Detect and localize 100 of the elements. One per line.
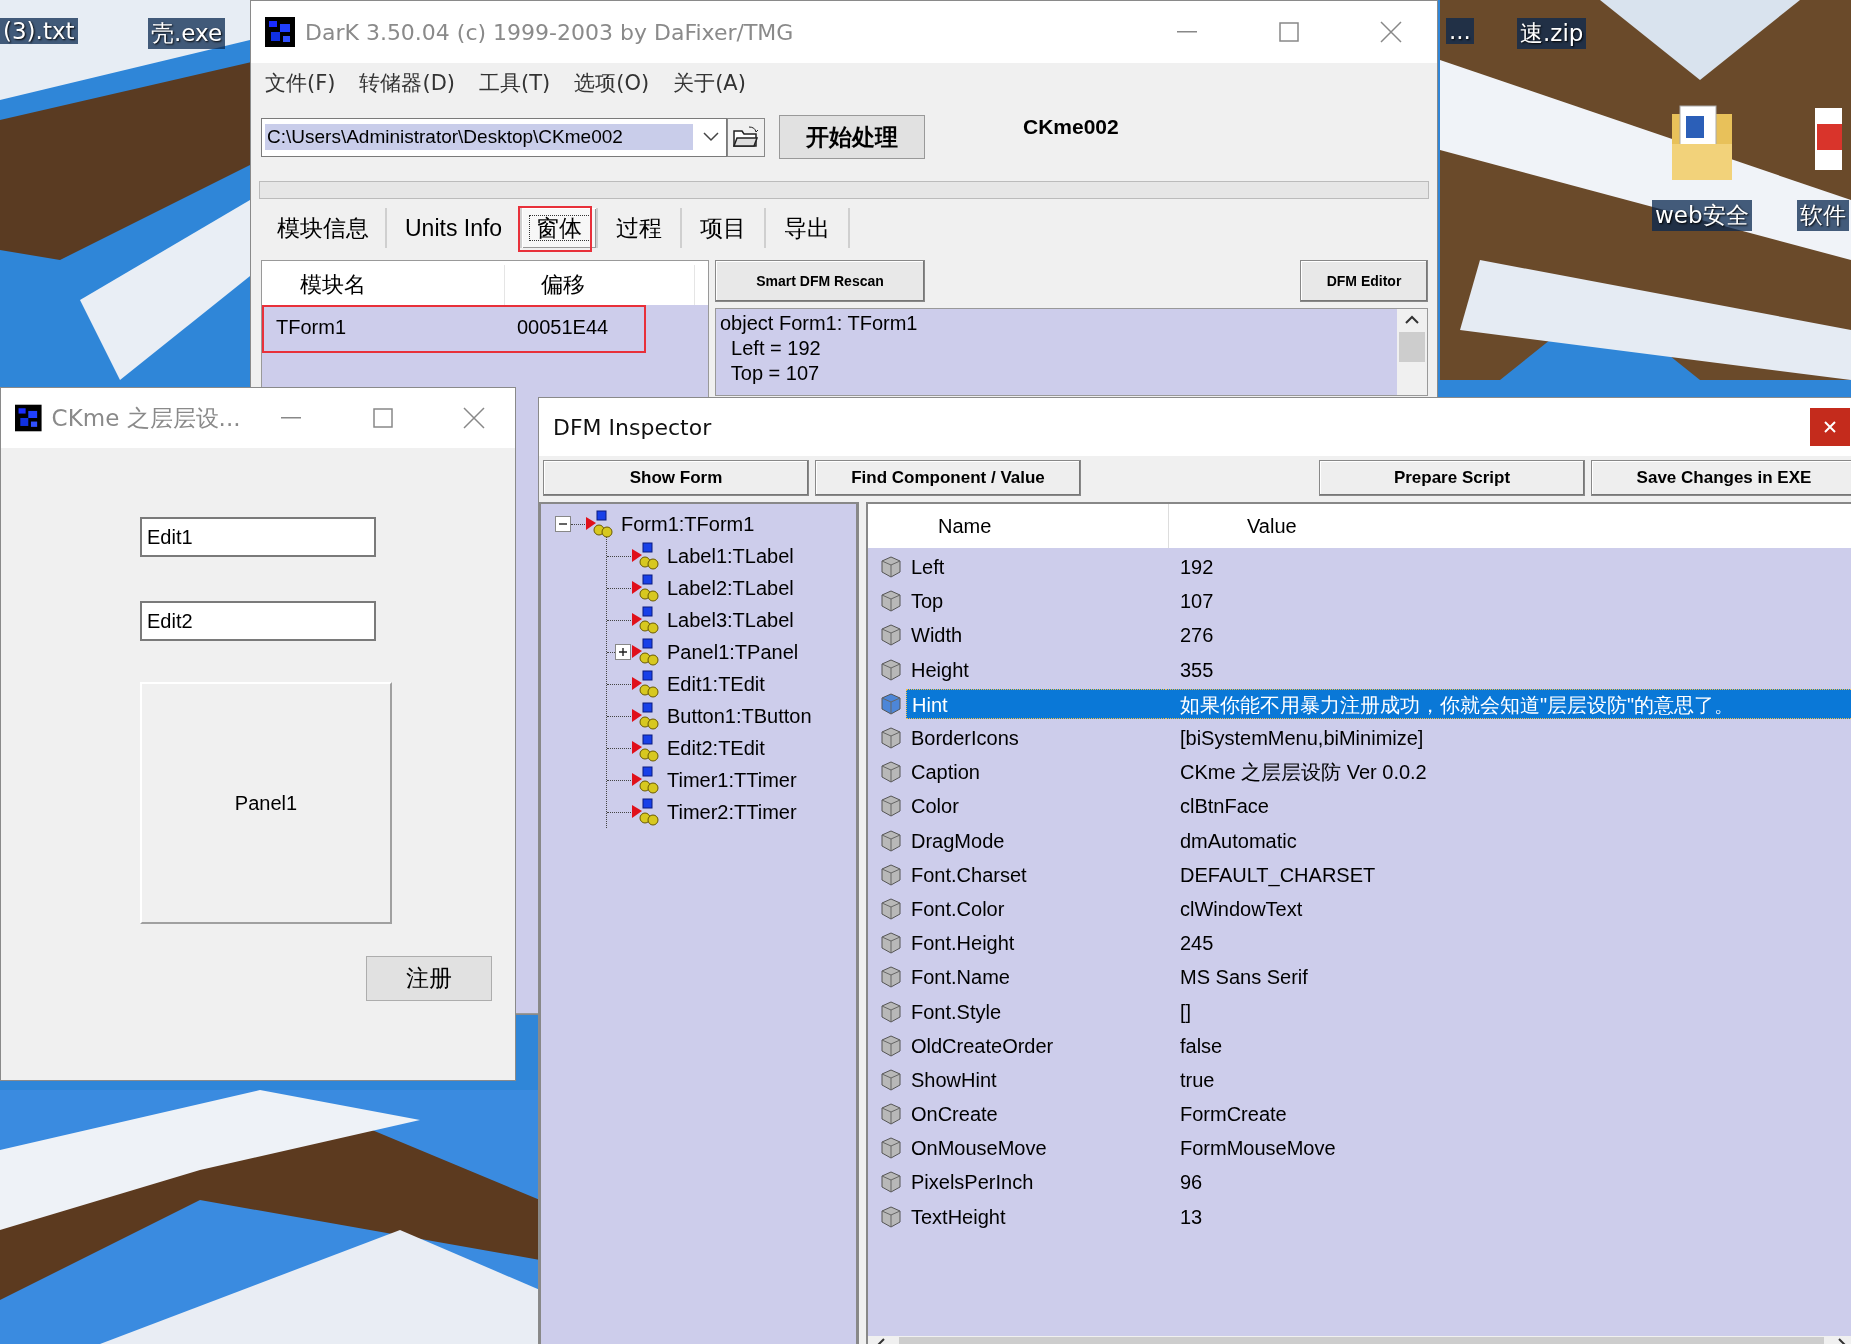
tree-item[interactable]: Label1:TLabel: [667, 544, 794, 568]
start-button[interactable]: 开始处理: [779, 115, 925, 159]
tree-item[interactable]: Button1:TButton: [667, 704, 812, 728]
property-value[interactable]: CKme 之层层设防 Ver 0.0.2: [1166, 757, 1851, 788]
property-name[interactable]: TextHeight: [906, 1201, 1166, 1232]
code-line: Left = 192: [730, 336, 822, 361]
expand-toggle[interactable]: [615, 644, 631, 660]
property-value[interactable]: FormMouseMove: [1166, 1133, 1851, 1164]
path-combo[interactable]: C:\Users\Administrator\Desktop\CKme002: [261, 117, 727, 157]
property-value[interactable]: true: [1166, 1064, 1851, 1095]
edit-field[interactable]: Edit1: [140, 517, 376, 557]
property-value[interactable]: 如果你能不用暴力注册成功，你就会知道"层层设防"的意思了。: [1166, 688, 1851, 719]
toolbar-button[interactable]: Show Form: [543, 460, 809, 496]
property-name[interactable]: OnMouseMove: [906, 1133, 1166, 1164]
tree-item[interactable]: Edit2:TEdit: [667, 736, 765, 760]
property-value[interactable]: dmAutomatic: [1166, 825, 1851, 856]
close-icon: [1380, 21, 1402, 43]
property-value[interactable]: false: [1166, 1030, 1851, 1061]
component-icon: [631, 702, 659, 730]
property-name[interactable]: Height: [906, 654, 1166, 685]
property-name[interactable]: Hint: [906, 688, 1166, 719]
property-name[interactable]: DragMode: [906, 825, 1166, 856]
tree-item[interactable]: Label3:TLabel: [667, 608, 794, 632]
table-cell-text: TForm1: [275, 315, 347, 339]
property-value[interactable]: 96: [1166, 1167, 1851, 1198]
property-value[interactable]: []: [1166, 996, 1851, 1027]
property-name[interactable]: Width: [906, 620, 1166, 651]
property-name[interactable]: Color: [906, 791, 1166, 822]
property-name[interactable]: ShowHint: [906, 1064, 1166, 1095]
property-name[interactable]: OldCreateOrder: [906, 1030, 1166, 1061]
property-icon: [880, 658, 902, 681]
menu-item[interactable]: 转储器(D): [359, 69, 456, 97]
property-value[interactable]: DEFAULT_CHARSET: [1166, 859, 1851, 890]
window-title: DFM Inspector: [553, 414, 713, 440]
rescan-button[interactable]: Smart DFM Rescan: [715, 260, 925, 302]
tree-item[interactable]: Label2:TLabel: [667, 576, 794, 600]
tree-item[interactable]: Form1:TForm1: [621, 512, 755, 536]
column-header[interactable]: Name: [868, 504, 1169, 548]
property-name[interactable]: Top: [906, 586, 1166, 617]
tab[interactable]: 模块信息: [261, 208, 387, 248]
tab[interactable]: 过程: [598, 208, 683, 248]
tree-item[interactable]: Panel1:TPanel: [667, 640, 799, 664]
property-name[interactable]: Font.Color: [906, 893, 1166, 924]
property-value[interactable]: 276: [1166, 620, 1851, 651]
property-value[interactable]: clBtnFace: [1166, 791, 1851, 822]
column-header[interactable]: Value: [1169, 504, 1851, 548]
desktop-icon-label[interactable]: 壳.exe: [148, 18, 226, 49]
desktop-icon-label[interactable]: web安全: [1652, 200, 1752, 231]
property-value[interactable]: clWindowText: [1166, 893, 1851, 924]
column-header[interactable]: 模块名: [262, 265, 505, 305]
toolbar-button[interactable]: Save Changes in EXE: [1591, 460, 1851, 496]
property-name[interactable]: PixelsPerInch: [906, 1167, 1166, 1198]
property-value[interactable]: 245: [1166, 928, 1851, 959]
edit-field[interactable]: Edit2: [140, 601, 376, 641]
property-value[interactable]: MS Sans Serif: [1166, 962, 1851, 993]
property-name[interactable]: OnCreate: [906, 1099, 1166, 1130]
tab[interactable]: 项目: [682, 208, 767, 248]
property-name[interactable]: Left: [906, 552, 1166, 583]
property-icon: [880, 897, 902, 920]
toolbar-button[interactable]: Find Component / Value: [815, 460, 1081, 496]
menu-item[interactable]: 工具(T): [479, 69, 551, 97]
property-value[interactable]: 192: [1166, 552, 1851, 583]
close-icon: [1824, 421, 1836, 433]
minimize-icon: [281, 417, 302, 419]
desktop-icon-label[interactable]: 速.zip: [1517, 18, 1587, 49]
component-icon: [631, 606, 659, 634]
property-value[interactable]: [biSystemMenu,biMinimize]: [1166, 723, 1851, 754]
property-icon: [880, 1034, 902, 1057]
property-icon: [880, 624, 902, 647]
tab[interactable]: 导出: [766, 208, 851, 248]
dfm-text-area[interactable]: object Form1: TForm1 Left = 192 Top = 107: [715, 308, 1428, 396]
menu-item[interactable]: 文件(F): [265, 69, 336, 97]
property-value[interactable]: FormCreate: [1166, 1099, 1851, 1130]
property-value[interactable]: 355: [1166, 654, 1851, 685]
column-header[interactable]: 偏移: [505, 265, 695, 305]
property-value[interactable]: 13: [1166, 1201, 1851, 1232]
register-button[interactable]: 注册: [366, 956, 492, 1001]
menu-item[interactable]: 关于(A): [673, 69, 746, 97]
property-value[interactable]: 107: [1166, 586, 1851, 617]
property-name[interactable]: BorderIcons: [906, 723, 1166, 754]
vertical-scrollbar[interactable]: [1397, 309, 1427, 395]
toolbar-button[interactable]: Prepare Script: [1319, 460, 1585, 496]
property-name[interactable]: Font.Name: [906, 962, 1166, 993]
menu-item[interactable]: 选项(O): [574, 69, 650, 97]
property-name[interactable]: Font.Charset: [906, 859, 1166, 890]
property-name[interactable]: Font.Height: [906, 928, 1166, 959]
desktop-icon-label[interactable]: 软件: [1797, 200, 1849, 231]
property-name[interactable]: Font.Style: [906, 996, 1166, 1027]
tree-item[interactable]: Timer2:TTimer: [667, 800, 797, 824]
code-line: object Form1: TForm1: [720, 311, 919, 336]
tree-item[interactable]: Timer1:TTimer: [667, 768, 797, 792]
tree-item[interactable]: Edit1:TEdit: [667, 672, 765, 696]
property-icon: [880, 1103, 902, 1126]
collapse-toggle[interactable]: [555, 516, 571, 532]
editor-button[interactable]: DFM Editor: [1300, 260, 1428, 302]
close-button[interactable]: [1810, 408, 1850, 446]
property-name[interactable]: Caption: [906, 757, 1166, 788]
desktop-icon-label[interactable]: ...: [1446, 18, 1474, 44]
open-file-button[interactable]: [727, 117, 765, 157]
desktop-icon-label[interactable]: (3).txt: [0, 18, 78, 44]
